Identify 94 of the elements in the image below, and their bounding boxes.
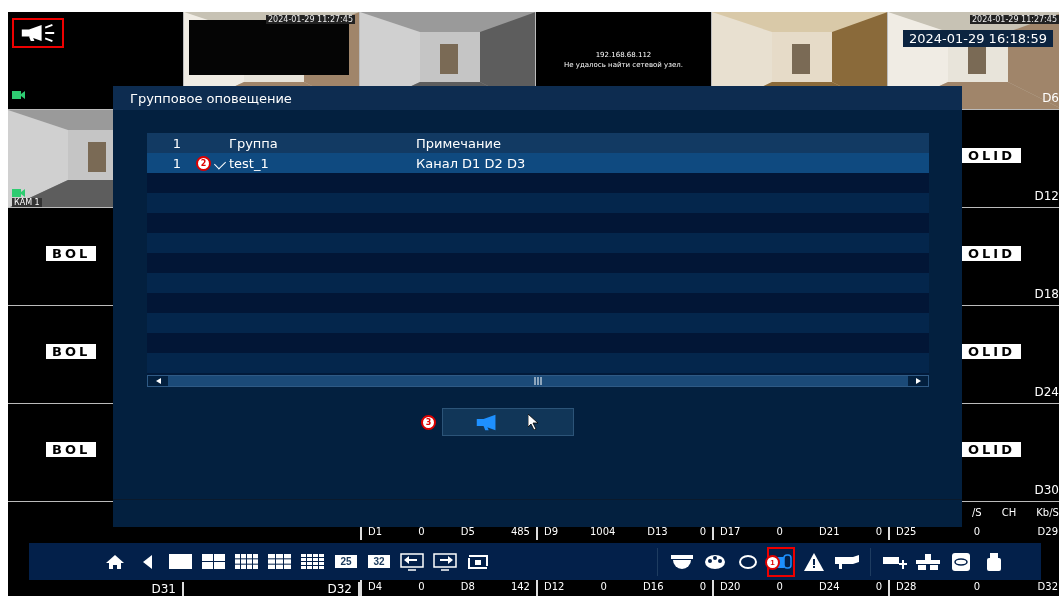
camera-timestamp: 2024-01-29 11:27:45 — [266, 15, 355, 24]
bitrate-value: 0 — [973, 581, 981, 592]
scroll-left-button[interactable] — [148, 376, 168, 386]
channel-label: D12 — [544, 581, 565, 592]
network-icon — [916, 553, 940, 570]
bitrate-value: 0 — [776, 581, 783, 592]
right-arrow-icon — [915, 378, 921, 384]
channel-label: D1 — [368, 525, 383, 537]
camera-icon — [12, 189, 25, 197]
column-header: Группа — [229, 135, 279, 151]
eight-view-icon — [235, 553, 259, 570]
step-marker: 2 — [196, 155, 211, 171]
step-marker: 3 — [421, 414, 436, 430]
single-view-icon — [169, 553, 193, 570]
bitrate-value: 0 — [699, 581, 706, 592]
brand-logo: BOL — [46, 344, 97, 359]
brand-logo: OLID — [962, 344, 1021, 359]
bitrate-value: 142 — [510, 581, 530, 592]
channel-label: D5 — [460, 525, 475, 537]
channel-label: D32 — [327, 582, 360, 596]
dialog-title: Групповое оповещение — [130, 90, 292, 106]
column-header: 1 — [172, 135, 182, 151]
channel-label: D24 — [1034, 385, 1059, 399]
channel-label: D12 — [1034, 189, 1059, 203]
channel-label: D16 — [643, 581, 664, 592]
lock-rotate-icon — [466, 552, 490, 571]
sixteen-view-icon — [301, 553, 325, 570]
previous-screen-icon — [400, 552, 424, 571]
bitrate-value: 0 — [600, 581, 607, 592]
bullet-camera-icon — [835, 554, 859, 569]
bitrate-value: 0 — [699, 525, 706, 537]
megaphone-icon — [20, 24, 56, 42]
brand-logo: BOL — [46, 442, 97, 457]
stats-header: Kb/S — [1036, 506, 1059, 518]
bitrate-value: 0 — [418, 525, 425, 537]
brand-logo: OLID — [962, 148, 1021, 163]
channel-label: D13 — [647, 525, 668, 537]
bitrate-value: 1004 — [589, 525, 616, 537]
stats-header: /S — [972, 506, 982, 518]
bitrate-value: 0 — [418, 581, 425, 592]
channel-label: D21 — [819, 525, 840, 537]
scroll-thumb[interactable] — [168, 376, 908, 386]
nine-view-icon — [268, 553, 292, 570]
brand-logo: OLID — [962, 246, 1021, 261]
brand-logo: OLID — [962, 442, 1021, 457]
dome-camera-icon — [671, 554, 693, 569]
palette-icon — [704, 553, 726, 570]
channel-label: D28 — [896, 581, 917, 592]
camera-timestamp: 2024-01-29 11:27:45 — [970, 15, 1059, 24]
channel-label: D25 — [896, 525, 917, 537]
scroll-right-button[interactable] — [908, 376, 928, 386]
bitrate-value: 485 — [510, 525, 530, 537]
megaphone-icon — [476, 413, 498, 431]
next-screen-icon — [433, 552, 457, 571]
grip-icon — [533, 377, 543, 385]
osd-time: 2024-01-29 16:18:59 — [902, 30, 1053, 47]
channel-label: D4 — [368, 581, 383, 592]
ring-icon — [739, 554, 757, 569]
table-cell-text: Канал D1 D2 D3 — [416, 155, 527, 171]
column-header: Примечание — [416, 135, 502, 151]
step-marker: 1 — [765, 554, 780, 570]
channel-label: D20 — [720, 581, 741, 592]
channel-label: D24 — [819, 581, 840, 592]
warning-icon — [804, 552, 824, 571]
brand-logo: BOL — [46, 246, 97, 261]
left-arrow-icon — [155, 378, 161, 384]
channel-label: D31 — [151, 582, 184, 596]
channel-label: D32 — [1037, 581, 1058, 592]
layout-button[interactable]: 32 — [365, 546, 393, 577]
bitrate-value: 0 — [875, 581, 882, 592]
usb-icon — [987, 552, 1001, 571]
bitrate-value: 0 — [776, 525, 783, 537]
channel-label: D8 — [460, 581, 475, 592]
channel-label: D29 — [1037, 525, 1058, 537]
toolbar-button[interactable]: 1 — [767, 546, 795, 577]
table-cell-text: 1 — [172, 155, 182, 171]
stats-header: CH — [1001, 506, 1017, 518]
channel-label: D18 — [1034, 287, 1059, 301]
table-row[interactable]: 1 2 test_1 Канал D1 D2 D3 — [147, 153, 929, 173]
cursor-icon — [527, 414, 540, 430]
layout-button[interactable]: 25 — [332, 546, 360, 577]
table-cell-text: test_1 — [229, 155, 270, 171]
channel-label: D9 — [544, 525, 559, 537]
home-icon — [105, 553, 125, 570]
camera-icon — [12, 91, 25, 99]
bitrate-value: 0 — [973, 525, 981, 537]
channel-label: D30 — [1034, 483, 1059, 497]
camera-label: КАМ 1 — [12, 198, 42, 207]
channel-label: D6 — [1042, 91, 1059, 105]
channel-label: D17 — [720, 525, 741, 537]
bitrate-value: 0 — [875, 525, 882, 537]
quad-view-icon — [202, 553, 226, 570]
alert-button[interactable] — [442, 408, 574, 436]
back-icon — [143, 554, 153, 569]
